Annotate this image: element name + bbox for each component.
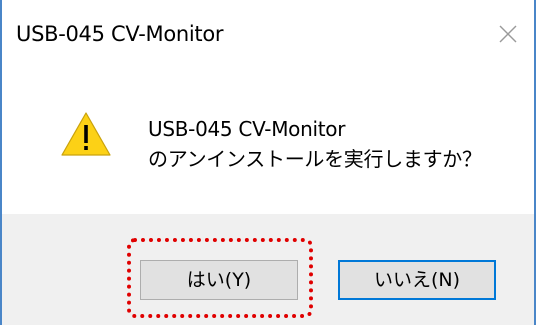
- window-title: USB-045 CV-Monitor: [16, 22, 224, 46]
- yes-button[interactable]: はい(Y): [140, 260, 298, 300]
- message-line-2: のアンインストールを実行しますか？: [148, 147, 482, 171]
- confirm-message: USB-045 CV-Monitor のアンインストールを実行しますか？: [148, 114, 482, 174]
- uninstall-confirm-dialog: USB-045 CV-Monitor USB-045 CV-Monitor のア…: [0, 0, 536, 325]
- message-line-1: USB-045 CV-Monitor: [148, 117, 346, 141]
- button-bar: はい(Y) いいえ(N): [2, 214, 534, 325]
- close-button[interactable]: [488, 14, 528, 54]
- message-area: USB-045 CV-Monitor のアンインストールを実行しますか？: [2, 72, 534, 214]
- title-bar[interactable]: USB-045 CV-Monitor: [2, 0, 534, 72]
- close-icon: [499, 25, 517, 43]
- warning-icon: [60, 110, 112, 158]
- no-button[interactable]: いいえ(N): [338, 260, 496, 300]
